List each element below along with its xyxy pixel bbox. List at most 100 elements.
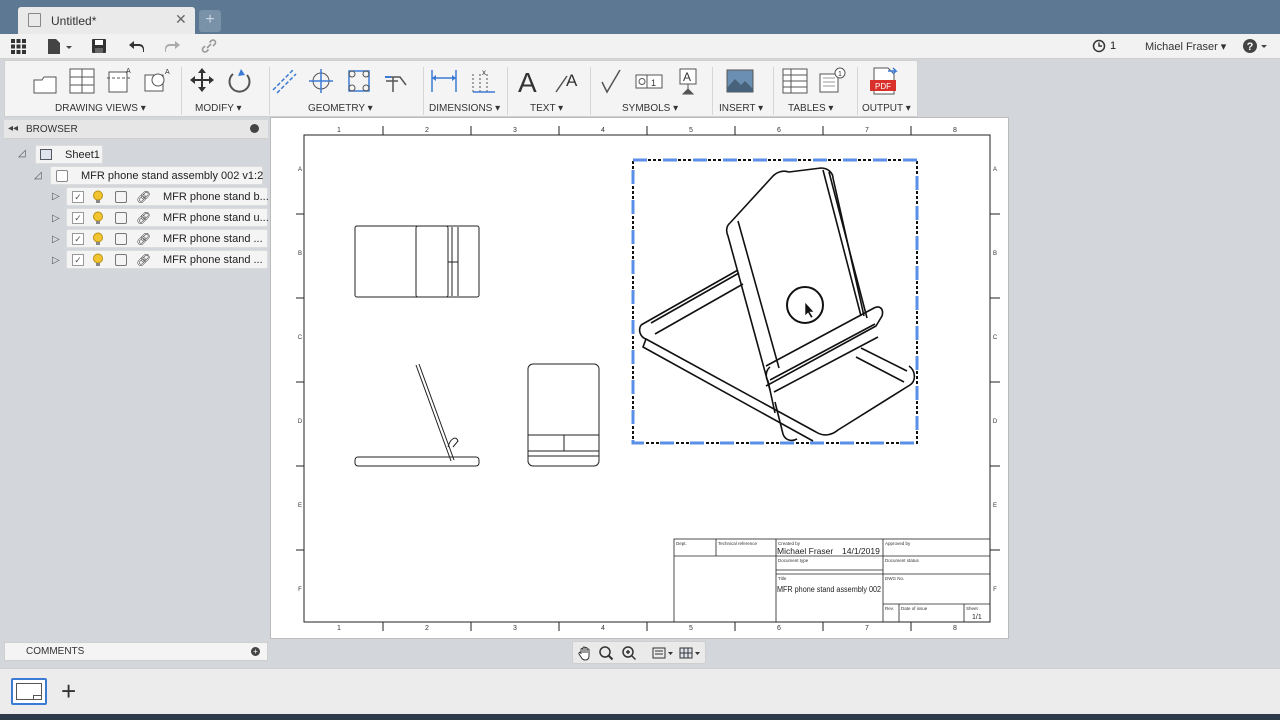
lightbulb-icon[interactable] xyxy=(92,232,104,246)
zone-column-label: 7 xyxy=(865,127,869,134)
undo-icon[interactable] xyxy=(128,39,145,53)
link-icon[interactable] xyxy=(201,39,217,53)
pdf-output-icon[interactable]: PDF xyxy=(868,66,902,96)
side-view[interactable] xyxy=(354,363,480,467)
user-menu[interactable]: Michael Fraser ▾ xyxy=(1145,40,1226,53)
new-tab-button[interactable]: + xyxy=(199,10,221,32)
sheet-thumbnail[interactable] xyxy=(11,678,47,705)
table-icon[interactable] xyxy=(780,66,810,96)
collapse-panel-icon[interactable]: ◂◂ xyxy=(8,123,18,134)
document-tab-title: Untitled* xyxy=(51,14,97,28)
browser-panel-header[interactable]: ◂◂ BROWSER xyxy=(4,120,268,139)
expand-triangle-icon[interactable]: ▷ xyxy=(52,255,60,266)
titleblock-rev-label: Rev. xyxy=(885,606,894,611)
tree-item-component[interactable]: ✓ 🔗︎ MFR phone stand u... xyxy=(66,208,269,227)
centerline-icon[interactable] xyxy=(269,66,299,96)
display-settings-icon[interactable] xyxy=(652,645,674,661)
top-view[interactable] xyxy=(354,225,480,298)
base-view-icon[interactable] xyxy=(31,66,61,96)
feature-control-frame-icon[interactable]: 1 xyxy=(634,66,664,96)
zoom-icon[interactable] xyxy=(621,645,637,661)
user-name: Michael Fraser xyxy=(1145,41,1218,53)
visibility-checkbox[interactable]: ✓ xyxy=(72,212,84,224)
ribbon-group-dimensions[interactable]: DIMENSIONS ▾ xyxy=(429,103,500,114)
link-icon: 🔗︎ xyxy=(136,232,152,246)
titleblock-dwgno-label: DWG No. xyxy=(885,576,904,581)
redo-icon[interactable] xyxy=(164,39,181,53)
zone-column-label: 3 xyxy=(513,625,517,632)
surface-texture-icon[interactable] xyxy=(596,66,626,96)
center-mark-pattern-icon[interactable] xyxy=(344,66,374,96)
titleblock-title-label: Title xyxy=(778,576,787,581)
link-icon: 🔗︎ xyxy=(136,190,152,204)
center-mark-icon[interactable] xyxy=(306,66,336,96)
visibility-checkbox[interactable]: ✓ xyxy=(72,254,84,266)
expand-triangle-icon[interactable]: ▷ xyxy=(52,191,60,202)
ribbon-group-geometry[interactable]: GEOMETRY ▾ xyxy=(308,103,373,114)
view-selection-frame[interactable] xyxy=(632,159,918,444)
component-icon xyxy=(115,254,127,266)
grid-settings-icon[interactable] xyxy=(679,645,701,661)
insert-image-icon[interactable] xyxy=(725,66,755,96)
expand-triangle-icon[interactable]: ◿ xyxy=(18,148,26,159)
pdf-badge-text: PDF xyxy=(875,82,891,91)
zoom-window-icon[interactable] xyxy=(598,645,614,661)
quick-access-toolbar: 1 Michael Fraser ▾ ? xyxy=(0,34,1280,59)
lightbulb-icon[interactable] xyxy=(92,190,104,204)
tree-item-sheet[interactable]: Sheet1 xyxy=(35,145,103,164)
component-label: MFR phone stand ... xyxy=(163,233,263,245)
text-icon[interactable]: A xyxy=(514,66,544,96)
move-icon[interactable] xyxy=(187,66,217,96)
tree-item-component[interactable]: ✓ 🔗︎ MFR phone stand ... xyxy=(66,250,268,269)
ribbon-group-tables[interactable]: TABLES ▾ xyxy=(788,103,833,114)
leader-icon[interactable]: A xyxy=(553,66,583,96)
job-count[interactable]: 1 xyxy=(1110,40,1116,52)
expand-triangle-icon[interactable]: ◿ xyxy=(34,170,42,181)
file-menu-icon[interactable] xyxy=(46,38,72,55)
app-grid-icon[interactable] xyxy=(10,38,27,55)
svg-text:A: A xyxy=(126,68,131,75)
comments-panel-header[interactable]: COMMENTS + xyxy=(4,642,268,661)
visibility-checkbox[interactable]: ✓ xyxy=(72,233,84,245)
component-icon xyxy=(56,170,68,182)
dimension-icon[interactable] xyxy=(429,66,459,96)
ribbon-group-insert[interactable]: INSERT ▾ xyxy=(719,103,763,114)
document-tab[interactable]: Untitled* ✕ xyxy=(18,7,195,34)
drawing-sheet[interactable]: 1 2 3 4 5 6 7 8 1 2 3 4 5 6 7 8 A B C D … xyxy=(270,117,1009,639)
tree-item-component[interactable]: ✓ 🔗︎ MFR phone stand ... xyxy=(66,229,268,248)
ordinate-dimension-icon[interactable]: x xyxy=(468,66,498,96)
job-status-icon[interactable] xyxy=(1092,39,1106,53)
expand-triangle-icon[interactable]: ▷ xyxy=(52,234,60,245)
save-icon[interactable] xyxy=(91,38,107,54)
lightbulb-icon[interactable] xyxy=(92,253,104,267)
datum-identifier-icon[interactable]: A xyxy=(673,66,703,96)
titleblock-techref-label: Technical reference xyxy=(718,541,758,546)
zone-row-label: E xyxy=(993,503,997,509)
help-icon[interactable]: ? xyxy=(1242,38,1268,54)
panel-options-icon[interactable] xyxy=(250,124,259,133)
balloon-icon[interactable]: 1 xyxy=(817,66,847,96)
lightbulb-icon[interactable] xyxy=(92,211,104,225)
front-view[interactable] xyxy=(527,363,600,467)
expand-triangle-icon[interactable]: ▷ xyxy=(52,213,60,224)
ribbon-group-symbols[interactable]: SYMBOLS ▾ xyxy=(622,103,678,114)
close-tab-icon[interactable]: ✕ xyxy=(175,11,187,28)
isometric-view[interactable] xyxy=(638,167,916,442)
add-sheet-button[interactable]: + xyxy=(61,676,76,707)
add-comment-icon[interactable]: + xyxy=(251,647,260,656)
zone-row-label: E xyxy=(298,503,302,509)
ribbon-group-text[interactable]: TEXT ▾ xyxy=(530,103,563,114)
ribbon-separator xyxy=(590,67,591,115)
ribbon-group-output[interactable]: OUTPUT ▾ xyxy=(862,103,911,114)
rotate-icon[interactable] xyxy=(225,66,255,96)
tree-item-assembly[interactable]: MFR phone stand assembly 002 v1:2 xyxy=(50,166,263,185)
edge-extension-icon[interactable] xyxy=(383,66,413,96)
tree-item-component[interactable]: ✓ 🔗︎ MFR phone stand b... xyxy=(66,187,269,206)
detail-view-icon[interactable]: A xyxy=(142,66,172,96)
visibility-checkbox[interactable]: ✓ xyxy=(72,191,84,203)
ribbon-group-drawing-views[interactable]: DRAWING VIEWS ▾ xyxy=(55,103,146,114)
pan-hand-icon[interactable] xyxy=(577,645,593,661)
section-view-icon[interactable]: A xyxy=(104,66,134,96)
ribbon-group-modify[interactable]: MODIFY ▾ xyxy=(195,103,242,114)
projected-view-icon[interactable] xyxy=(67,66,97,96)
